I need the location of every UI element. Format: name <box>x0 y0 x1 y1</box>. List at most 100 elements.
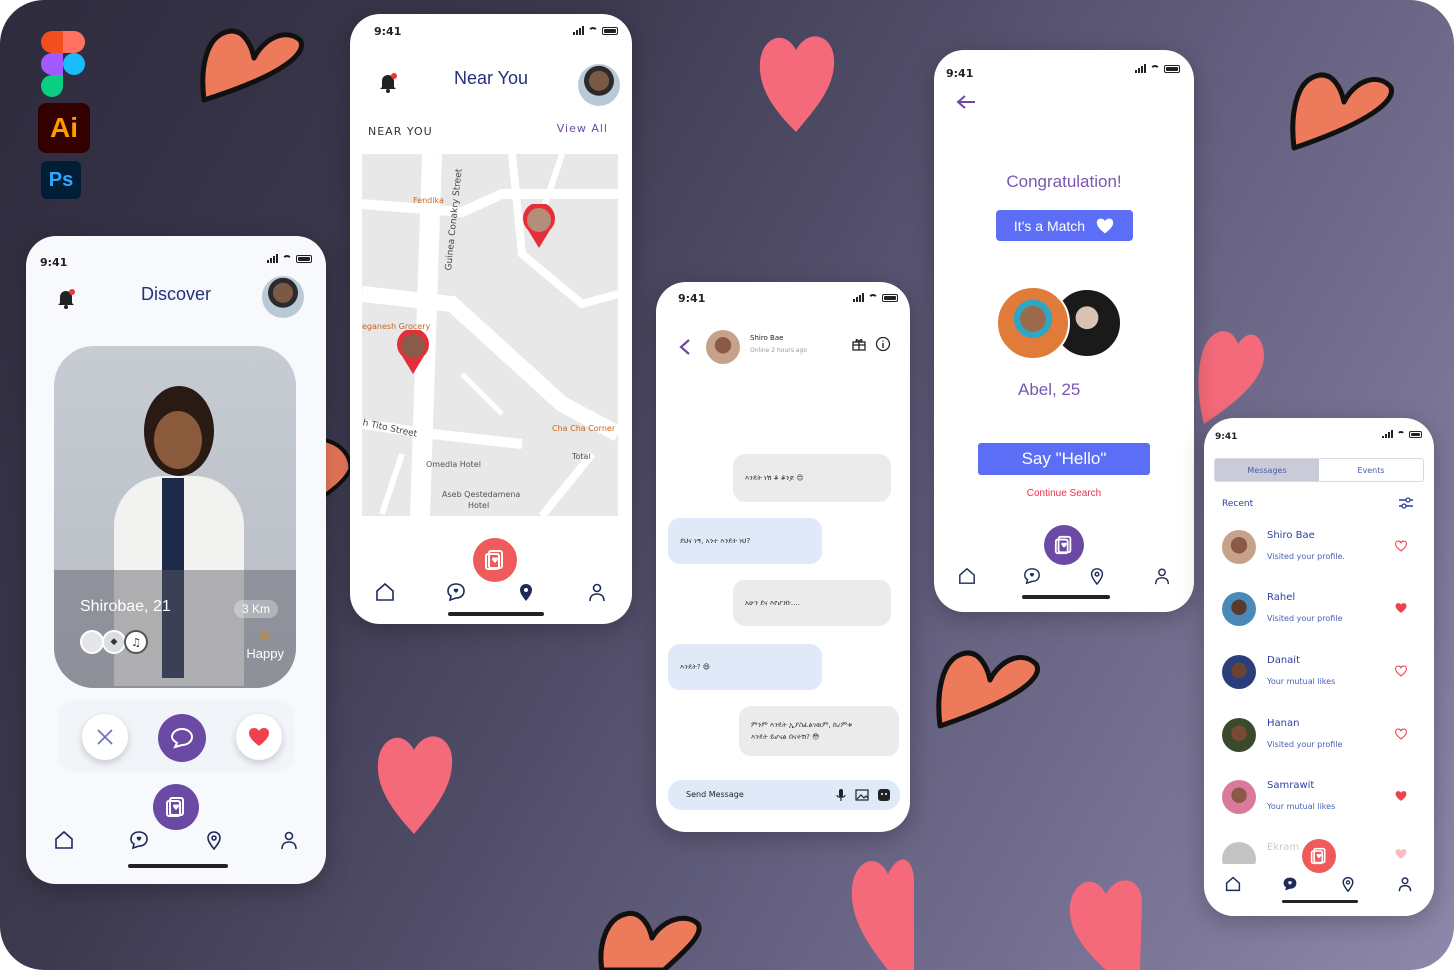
avatar[interactable] <box>706 330 740 364</box>
image-attach-icon[interactable] <box>855 788 869 802</box>
home-indicator <box>1022 595 1110 599</box>
home-icon[interactable] <box>52 828 76 852</box>
bottom-nav <box>26 828 326 852</box>
message-bubble: አሁን ደና እየሆንኩ.... <box>733 580 891 626</box>
showcase-canvas: Ai Ps 9:41 Discover Shirobae, 21 3 Km ◆ … <box>0 0 1454 970</box>
map-label: Aseb Qestedamena <box>442 490 521 499</box>
heart-icon <box>249 728 269 746</box>
heart-icon[interactable] <box>1394 602 1408 614</box>
map-label: Fendika <box>413 196 444 205</box>
chat-icon[interactable] <box>127 828 151 852</box>
home-icon[interactable] <box>373 580 397 604</box>
say-hello-button[interactable]: Say "Hello" <box>978 443 1150 475</box>
match-name: Abel, 25 <box>1018 380 1081 399</box>
status-icons <box>267 254 312 263</box>
profile-name: Shirobae, 21 <box>80 598 171 615</box>
info-icon[interactable] <box>875 336 891 352</box>
continue-search-link[interactable]: Continue Search <box>934 488 1194 499</box>
heart-icon <box>1096 218 1114 233</box>
heart-icon[interactable] <box>1394 848 1408 860</box>
segmented-tabs: Messages Events <box>1214 458 1424 482</box>
back-chevron-icon[interactable] <box>678 338 692 356</box>
sticker-icon[interactable] <box>877 788 891 802</box>
chat-icon[interactable] <box>1020 564 1044 588</box>
avatar <box>1222 718 1256 752</box>
filter-sliders-icon[interactable] <box>1398 496 1414 510</box>
tab-events[interactable]: Events <box>1319 459 1423 481</box>
discover-screen: 9:41 Discover Shirobae, 21 3 Km ◆ ♫ ✿ Ha… <box>26 236 326 884</box>
matches-fab[interactable] <box>153 784 199 830</box>
match-avatar-self <box>996 286 1070 360</box>
map-label: Cha Cha Corner <box>552 424 616 433</box>
map-pin-icon[interactable] <box>522 204 556 248</box>
contact-name: Shiro Bae <box>1267 530 1315 541</box>
map-label: Hotel <box>468 501 490 510</box>
illustrator-logo-icon: Ai <box>38 103 90 153</box>
figma-logo-icon <box>41 31 85 97</box>
gift-icon[interactable] <box>852 337 866 351</box>
heart-icon <box>759 36 835 132</box>
congrats-title: Congratulation! <box>1006 172 1122 191</box>
match-badge: It's a Match <box>996 210 1133 241</box>
avatar[interactable] <box>262 276 304 318</box>
section-label: NEAR YOU <box>368 125 433 138</box>
back-arrow-icon[interactable] <box>956 94 976 110</box>
doodle-heart-icon <box>200 28 304 103</box>
location-icon[interactable] <box>202 828 226 852</box>
contact-status: Online 2 hours ago <box>750 347 807 354</box>
heart-outline-icon[interactable] <box>1394 728 1408 740</box>
microphone-icon[interactable] <box>836 788 846 802</box>
avatar <box>1222 780 1256 814</box>
chat-button[interactable] <box>158 714 206 762</box>
list-item[interactable]: Shiro Bae Visited your profile. <box>1222 524 1416 568</box>
matches-fab[interactable] <box>473 538 517 582</box>
view-all-link[interactable]: View All <box>557 122 608 135</box>
avatar <box>1222 592 1256 626</box>
profile-icon[interactable] <box>1393 872 1417 896</box>
dumbbell-icon: ◆ <box>102 630 126 654</box>
message-input[interactable]: Send Message <box>668 780 900 810</box>
message-bubble: እንዴት? 😄 <box>668 644 822 690</box>
home-icon[interactable] <box>955 564 979 588</box>
chat-icon[interactable] <box>1278 872 1302 896</box>
map-pin-icon[interactable] <box>396 330 430 374</box>
map-label: Omedla Hotel <box>426 460 481 469</box>
cards-heart-icon <box>1054 535 1072 555</box>
message-input-placeholder: Send Message <box>686 790 744 799</box>
status-time: 9:41 <box>678 292 706 305</box>
tab-messages[interactable]: Messages <box>1215 459 1319 481</box>
message-bubble: ምንም እንዴት ኢያስፈልገዉም, ከረምቱ እንዴት ይሆናል በናትሽ? … <box>739 706 899 756</box>
home-icon[interactable] <box>1221 872 1245 896</box>
message-bubble: ደህና ነኝ, አንተ እንዴት ነህ? <box>668 518 822 564</box>
status-icons <box>573 26 618 35</box>
home-indicator <box>128 864 228 868</box>
heart-outline-icon[interactable] <box>1394 665 1408 677</box>
list-item[interactable]: Hanan Visited your profile <box>1222 712 1416 756</box>
like-button[interactable] <box>236 714 282 760</box>
dislike-button[interactable] <box>82 714 128 760</box>
location-icon[interactable] <box>1085 564 1109 588</box>
profile-icon[interactable] <box>277 828 301 852</box>
doodle-heart-icon <box>936 650 1040 729</box>
heart-outline-icon[interactable] <box>1394 540 1408 552</box>
location-icon[interactable] <box>1336 872 1360 896</box>
matches-fab[interactable] <box>1302 839 1336 873</box>
profile-icon[interactable] <box>1150 564 1174 588</box>
list-item[interactable]: Rahel Visited your profile <box>1222 586 1416 630</box>
message-line: እንዴት ይሆናል በናትሽ? 😳 <box>751 732 820 741</box>
status-time: 9:41 <box>374 25 402 38</box>
map-label: Total <box>572 452 591 461</box>
profile-card[interactable]: Shirobae, 21 3 Km ◆ ♫ ✿ Happy <box>54 346 296 688</box>
chat-icon[interactable] <box>444 580 468 604</box>
list-item[interactable]: Danait Your mutual likes <box>1222 649 1416 693</box>
photoshop-logo-icon: Ps <box>41 161 81 199</box>
location-icon[interactable] <box>514 580 538 604</box>
bottom-nav <box>350 580 632 604</box>
map-view[interactable]: Fendika Guinea Conakry Street eganesh Gr… <box>362 154 618 516</box>
heart-icon[interactable] <box>1394 790 1408 802</box>
interest-icons: ◆ ♫ <box>80 630 148 654</box>
matches-fab[interactable] <box>1044 525 1084 565</box>
list-item[interactable]: Samrawit Your mutual likes <box>1222 774 1416 818</box>
profile-icon[interactable] <box>585 580 609 604</box>
avatar[interactable] <box>578 64 620 106</box>
